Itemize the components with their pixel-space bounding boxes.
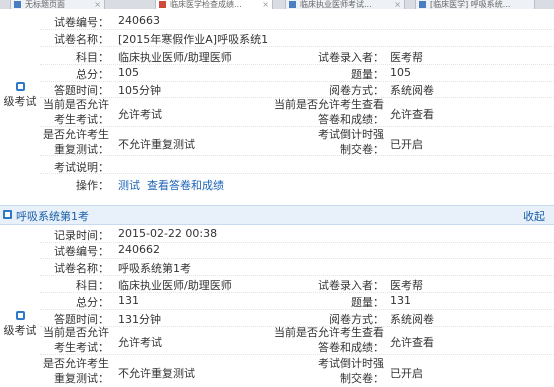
exam-name-label: 试卷名称： — [54, 262, 109, 275]
entered-by: 医考帮 — [390, 279, 423, 292]
tab-label: 临床医学检查成绩... — [170, 0, 242, 9]
countdown-status: 已开启 — [390, 367, 423, 380]
allow-exam-label: 当前是否允许考生考试： — [43, 98, 109, 126]
browser-tab-strip: 无标题页面 × 临床医学检查成绩... × 临床执业医师考试... × [临床医学] … — [0, 0, 554, 9]
section-header: 呼吸系统第1考 收起 — [0, 205, 554, 225]
entered-by-label: 试卷录入者： — [318, 279, 384, 292]
exam-no: 240663 — [118, 14, 160, 27]
total-score: 105 — [118, 66, 139, 79]
close-icon[interactable]: × — [262, 0, 269, 9]
record-time-label: 记录时间： — [54, 229, 109, 242]
allow-retest-label: 是否允许考生重复测试： — [43, 128, 109, 156]
allow-exam-label: 当前是否允许考生考试： — [43, 326, 109, 354]
exam-name: 呼吸系统第1考 — [118, 262, 191, 275]
total-label: 总分： — [76, 68, 109, 81]
page-icon — [159, 1, 166, 8]
section-title: 呼吸系统第1考 — [16, 210, 89, 223]
tab-label: 临床执业医师考试... — [300, 0, 372, 9]
exam-name-label: 试卷名称： — [54, 33, 109, 46]
question-count: 131 — [390, 294, 411, 307]
exam-no-label: 试卷编号： — [54, 245, 109, 258]
time-label: 答题时间： — [54, 84, 109, 97]
folder-icon — [3, 210, 12, 219]
browser-tab[interactable]: 临床执业医师考试... × — [285, 0, 405, 9]
entered-by: 医考帮 — [390, 51, 423, 64]
answer-time: 131分钟 — [118, 313, 161, 326]
close-icon[interactable]: × — [94, 0, 101, 9]
exam-icon — [15, 82, 25, 91]
grading-method: 系统阅卷 — [390, 313, 434, 326]
subject: 临床执业医师/助理医师 — [118, 51, 232, 64]
tab-label: [临床医学] 呼吸系统... — [430, 0, 511, 9]
countdown-status: 已开启 — [390, 138, 423, 151]
subject-label: 科目： — [76, 279, 109, 292]
exam-no: 240662 — [118, 243, 160, 256]
countdown-label: 考试倒计时强制交卷： — [318, 128, 384, 156]
subject: 临床执业医师/助理医师 — [118, 279, 232, 292]
allow-retest: 不允许重复测试 — [118, 138, 195, 151]
grading-method: 系统阅卷 — [390, 84, 434, 97]
grading-label: 阅卷方式： — [329, 84, 384, 97]
question-count: 105 — [390, 66, 411, 79]
operations-label: 操作： — [76, 179, 109, 192]
test-link[interactable]: 测试 — [118, 177, 140, 193]
browser-tab[interactable]: [临床医学] 呼吸系统... — [415, 0, 535, 9]
page-icon — [14, 1, 21, 8]
collapse-link[interactable]: 收起 — [523, 208, 545, 224]
exam-level: 级考试 — [3, 324, 37, 337]
description-label: 考试说明： — [54, 161, 109, 174]
allow-retest: 不允许重复测试 — [118, 367, 195, 380]
exam-type-cell: 级考试 — [0, 311, 40, 338]
total-label: 总分： — [76, 296, 109, 309]
subject-label: 科目： — [76, 51, 109, 64]
allow-retest-label: 是否允许考生重复测试： — [43, 357, 109, 385]
total-score: 131 — [118, 294, 139, 307]
record-time: 2015-02-22 00:38 — [118, 227, 218, 240]
allow-exam: 允许考试 — [118, 108, 162, 121]
allow-exam: 允许考试 — [118, 336, 162, 349]
exam-type-cell: 级考试 — [0, 82, 40, 109]
exam-no-label: 试卷编号： — [54, 16, 109, 29]
allow-view-label: 当前是否允许考生查看答卷和成绩： — [274, 98, 384, 126]
allow-view: 允许查看 — [390, 108, 434, 121]
question-count-label: 题量： — [351, 68, 384, 81]
page-icon — [289, 1, 296, 8]
browser-tab-active[interactable]: 临床医学检查成绩... × — [155, 0, 273, 9]
allow-view-label: 当前是否允许考生查看答卷和成绩： — [274, 326, 384, 354]
browser-tab[interactable]: 无标题页面 × — [10, 0, 105, 9]
view-answers-link[interactable]: 查看答卷和成绩 — [147, 177, 224, 193]
entered-by-label: 试卷录入者： — [318, 51, 384, 64]
page-icon — [419, 1, 426, 8]
allow-view: 允许查看 — [390, 336, 434, 349]
countdown-label: 考试倒计时强制交卷： — [318, 357, 384, 385]
exam-level: 级考试 — [3, 95, 37, 108]
exam-name: [2015年寒假作业A]呼吸系统1 — [118, 33, 269, 46]
tab-label: 无标题页面 — [25, 0, 65, 9]
close-icon[interactable]: × — [394, 0, 401, 9]
question-count-label: 题量： — [351, 296, 384, 309]
answer-time: 105分钟 — [118, 84, 161, 97]
exam-icon — [15, 311, 25, 320]
